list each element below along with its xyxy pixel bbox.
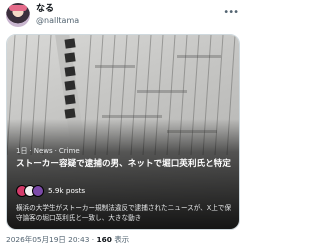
card-time: 1日 [16,147,28,155]
more-horizontal-icon[interactable]: ••• [223,8,239,18]
avatar[interactable] [6,3,30,27]
tweet-footer: 2026年05月19日 20:43 · 160 表示 [6,235,129,245]
meta-separator: · [29,147,32,155]
views-count: 160 [96,235,112,244]
views-label: 表示 [114,235,130,244]
favicon-avatar-icon [32,185,44,197]
card-summary: 横浜の大学生がストーカー規制法違反で逮捕されたニュースが、X上で保守論客の堀口英… [16,204,232,222]
social-proof: 5.9k posts [16,184,216,198]
posts-count: 5.9k posts [48,186,86,195]
footer-separator: · [91,235,95,244]
card-headline[interactable]: ストーカー容疑で逮捕の男、ネットで堀口英利氏と特定 [16,158,236,170]
meta-separator: · [54,147,57,155]
news-card[interactable]: 1日 · News · Crime ストーカー容疑で逮捕の男、ネットで堀口英利氏と特定 … [6,34,240,230]
avatar-bow-decoration [9,5,27,11]
author-display-name[interactable]: なる [36,4,54,15]
card-subcategory: Crime [58,147,80,155]
timestamp[interactable]: 2026年05月19日 20:43 [6,235,89,244]
newspaper-clipping-image [7,35,239,229]
tweet-header: なる @nalltama ••• [6,2,240,30]
card-meta: 1日 · News · Crime [16,147,82,156]
author-handle[interactable]: @nalltama [36,16,79,26]
card-category: News [33,147,53,155]
